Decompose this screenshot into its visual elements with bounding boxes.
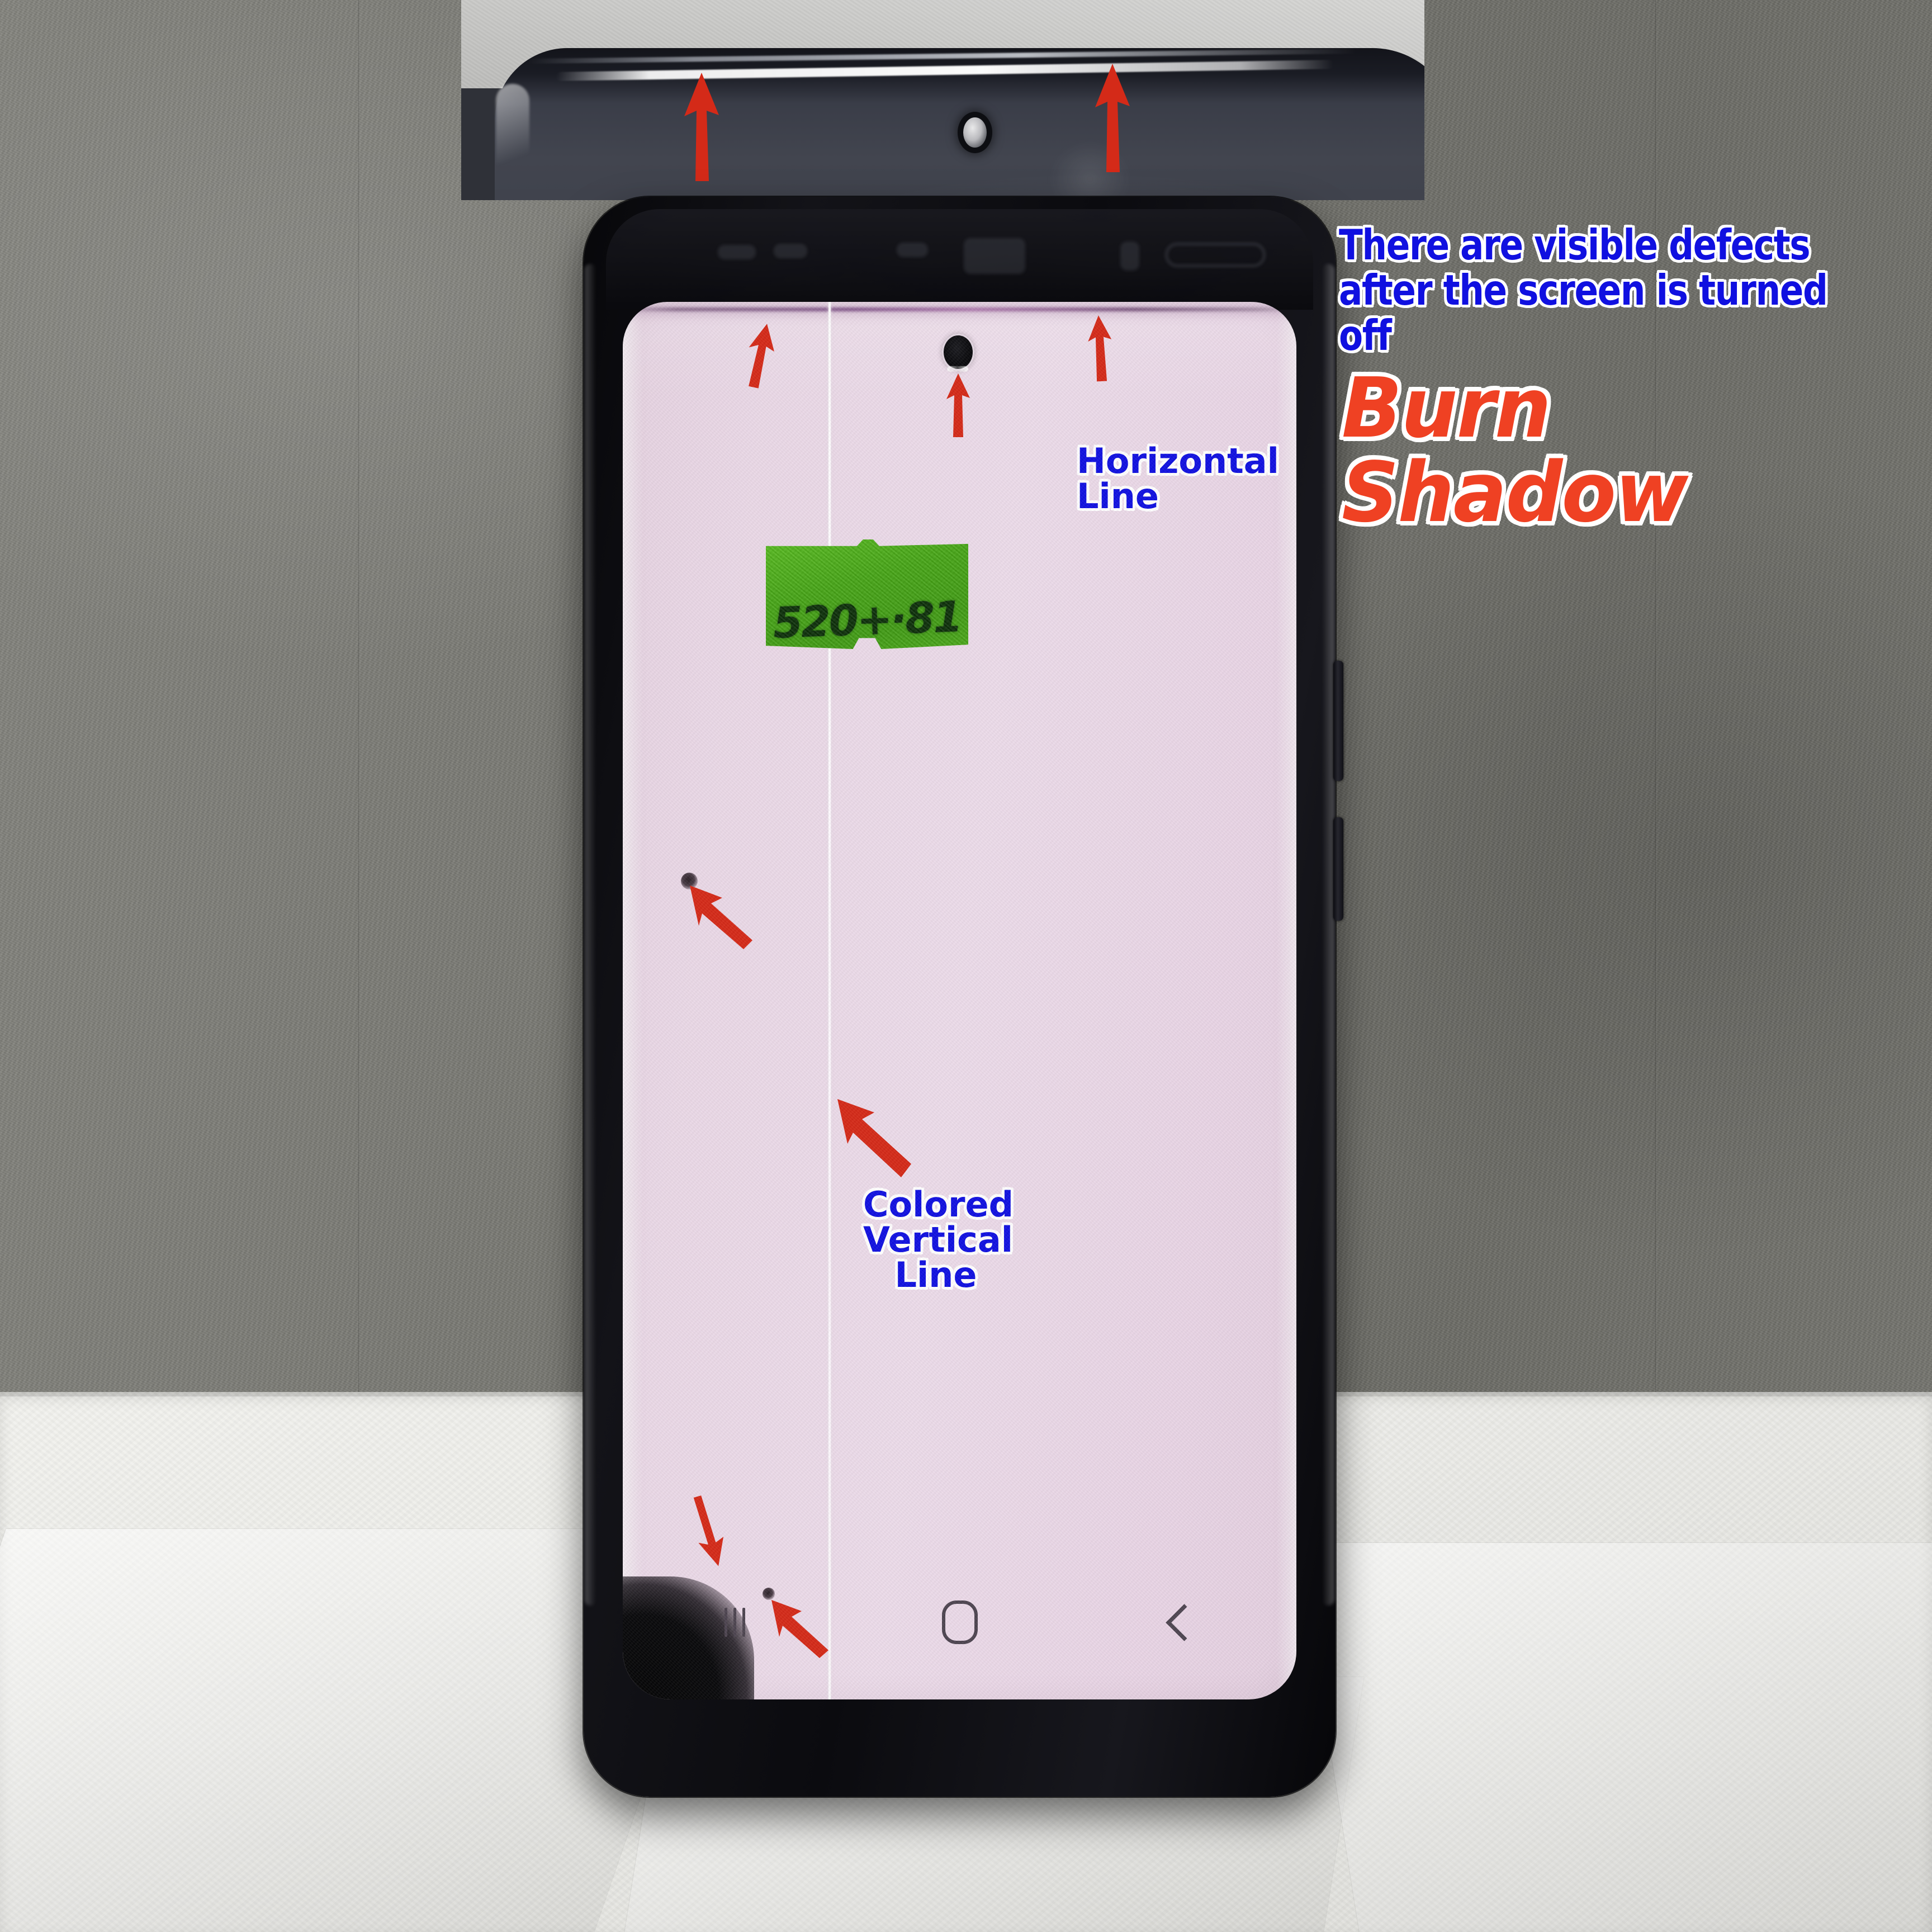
arrow-horizontal-line-left — [739, 320, 782, 391]
arrow-inset-right — [1093, 63, 1132, 174]
defect-vertical-line — [828, 302, 831, 1699]
phone-right-edge-gloss — [1322, 264, 1334, 1606]
inset-camera-punch-hole — [963, 117, 987, 148]
screen-right-curve-sheen — [1276, 302, 1296, 1699]
burn-shadow-annotation: Burn Shadow — [1342, 360, 1688, 541]
power-button[interactable] — [1333, 817, 1343, 921]
screenshot-canvas: 520+·81 Horizontal Line Colored Vertical… — [0, 0, 1932, 1932]
wall-seam — [1655, 0, 1658, 1431]
label-vertical-line-l2: Vertical — [863, 1219, 1013, 1261]
arrow-punch-hole — [945, 372, 972, 438]
label-vertical-line-l3: Line — [894, 1254, 977, 1296]
price-sticker: 520+·81 — [766, 539, 968, 649]
nav-back-button[interactable] — [1072, 1603, 1296, 1641]
phone-screen[interactable]: 520+·81 Horizontal Line Colored Vertical… — [623, 302, 1296, 1699]
front-camera-punch-hole — [944, 335, 973, 369]
android-navigation-bar — [623, 1589, 1296, 1656]
foam-block — [1298, 1543, 1932, 1932]
headline-annotation: There are visible defects after the scre… — [1339, 220, 1828, 360]
arrow-vertical-line — [835, 1096, 913, 1180]
nav-home-button[interactable] — [847, 1600, 1072, 1644]
screen-left-curve-sheen — [623, 302, 643, 1699]
phone-top-bezel-reflection — [606, 209, 1313, 310]
inset-screen-off-photo — [461, 0, 1424, 200]
defect-horizontal-line — [623, 307, 1296, 311]
phone-device: 520+·81 Horizontal Line Colored Vertical… — [584, 197, 1343, 1797]
bezel-reflection — [718, 245, 756, 259]
bezel-reflection — [774, 244, 807, 258]
arrow-inset-left — [682, 72, 721, 183]
label-horizontal-line-l1: Horizontal — [1077, 441, 1279, 481]
label-horizontal-line: Horizontal Line — [1077, 443, 1279, 514]
volume-button[interactable] — [1333, 661, 1343, 781]
arrow-horizontal-line-right — [1085, 314, 1115, 383]
label-colored-vertical-line: Colored Vertical Line — [863, 1184, 1014, 1296]
back-chevron-icon — [1165, 1603, 1203, 1641]
phone-left-edge-gloss — [585, 264, 596, 1606]
price-sticker-text: 520+·81 — [772, 591, 962, 648]
bezel-reflection — [964, 238, 1025, 274]
arrow-dead-pixel-upper — [688, 883, 755, 950]
wall-seam — [358, 0, 361, 1431]
nav-recents-button[interactable] — [623, 1608, 847, 1637]
recents-icon — [724, 1608, 746, 1637]
label-horizontal-line-l2: Line — [1077, 476, 1159, 517]
bezel-reflection — [897, 243, 928, 257]
home-icon — [941, 1600, 978, 1644]
bezel-reflection — [1165, 243, 1266, 267]
bezel-reflection — [1120, 242, 1139, 271]
inset-corner-gloss — [496, 84, 529, 190]
arrow-burn-shadow-corner — [683, 1490, 733, 1571]
label-vertical-line-l1: Colored — [863, 1184, 1014, 1225]
